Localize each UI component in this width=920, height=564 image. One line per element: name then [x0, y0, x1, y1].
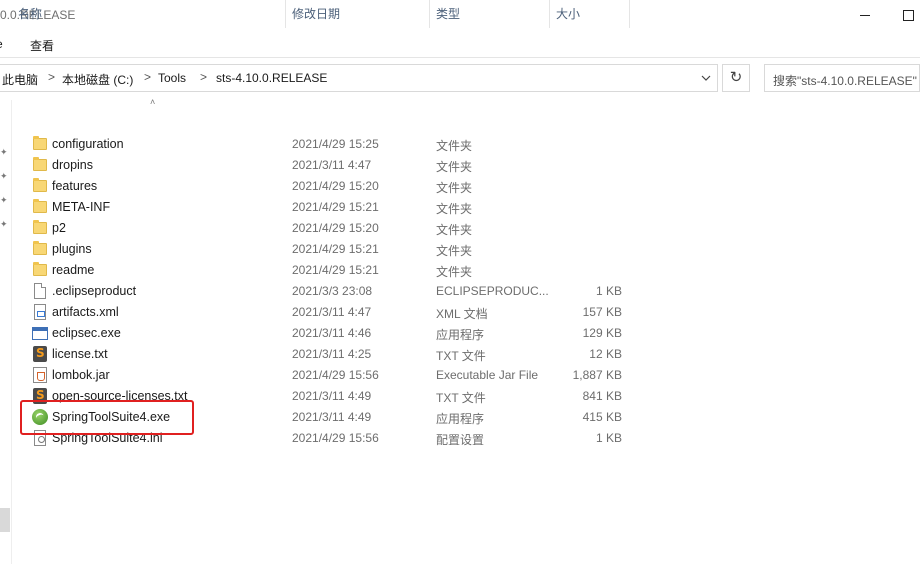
- minimize-button[interactable]: [850, 4, 880, 26]
- file-name: plugins: [52, 242, 92, 256]
- file-row-lombok-jar[interactable]: lombok.jar 2021/4/29 15:56 Executable Ja…: [0, 365, 920, 386]
- file-name: lombok.jar: [52, 368, 110, 382]
- file-type: 文件夹: [436, 181, 473, 195]
- file-date: 2021/3/11 4:47: [292, 158, 372, 172]
- navigation-scrollbar-thumb[interactable]: [0, 508, 10, 532]
- file-type: Executable Jar File: [436, 368, 539, 382]
- ribbon-tabs: e 查看: [0, 32, 920, 58]
- file-name: .eclipseproduct: [52, 284, 137, 298]
- file-date: 2021/3/11 4:49: [292, 389, 372, 403]
- refresh-icon: ↻: [729, 69, 743, 86]
- file-name: dropins: [52, 158, 93, 172]
- file-size: 1 KB: [595, 431, 622, 445]
- file-date: 2021/4/29 15:21: [292, 242, 379, 256]
- file-date: 2021/4/29 15:56: [292, 368, 379, 382]
- file-size: 129 KB: [582, 326, 622, 340]
- sort-ascending-icon: ˄: [150, 97, 156, 107]
- file-date: 2021/4/29 15:25: [292, 137, 379, 151]
- file-date: 2021/3/11 4:25: [292, 347, 372, 361]
- file-date: 2021/4/29 15:21: [292, 200, 379, 214]
- file-type: 文件夹: [436, 160, 473, 174]
- file-name: features: [52, 179, 98, 193]
- file-type: 应用程序: [436, 412, 485, 426]
- file-date: 2021/4/29 15:20: [292, 221, 379, 235]
- maximize-button[interactable]: [893, 4, 920, 26]
- file-type: TXT 文件: [436, 391, 486, 405]
- sublime-text-icon: [32, 346, 48, 362]
- java-jar-icon: [32, 367, 48, 383]
- file-date: 2021/3/11 4:46: [292, 326, 372, 340]
- file-row-dropins[interactable]: dropins 2021/3/11 4:47 文件夹: [0, 155, 920, 176]
- folder-icon: [32, 178, 48, 194]
- file-date: 2021/3/11 4:47: [292, 305, 372, 319]
- file-name: readme: [52, 263, 95, 277]
- breadcrumb-local-disk[interactable]: 本地磁盘 (C:): [62, 71, 133, 88]
- file-name: eclipsec.exe: [52, 326, 121, 340]
- file-date: 2021/3/3 23:08: [292, 284, 373, 298]
- file-name: META-INF: [52, 200, 111, 214]
- file-type: 文件夹: [436, 244, 473, 258]
- file-date: 2021/3/11 4:49: [292, 410, 372, 424]
- file-type: 文件夹: [436, 265, 473, 279]
- folder-icon: [32, 199, 48, 215]
- address-bar[interactable]: 此电脑 > 本地磁盘 (C:) > Tools > sts-4.10.0.REL…: [0, 64, 718, 92]
- file-name: license.txt: [52, 347, 108, 361]
- column-header-name[interactable]: 名称: [12, 0, 286, 28]
- file-type: ECLIPSEPRODUC...: [436, 284, 549, 298]
- file-type: 配置设置: [436, 433, 485, 447]
- search-placeholder: 搜索"sts-4.10.0.RELEASE": [773, 74, 917, 88]
- breadcrumb-separator-icon[interactable]: >: [200, 70, 207, 84]
- file-row-license-txt[interactable]: license.txt 2021/3/11 4:25 TXT 文件 12 KB: [0, 344, 920, 365]
- file-size: 841 KB: [582, 389, 622, 403]
- file-type: XML 文档: [436, 307, 488, 321]
- folder-icon: [32, 157, 48, 173]
- refresh-button[interactable]: ↻: [722, 64, 750, 92]
- file-size: 1,887 KB: [572, 368, 622, 382]
- document-icon: [32, 283, 48, 299]
- tab-view[interactable]: 查看: [30, 37, 54, 54]
- file-row-eclipsec-exe[interactable]: eclipsec.exe 2021/3/11 4:46 应用程序 129 KB: [0, 323, 920, 344]
- breadcrumb-tools[interactable]: Tools: [158, 71, 186, 85]
- file-date: 2021/4/29 15:20: [292, 179, 379, 193]
- file-row-plugins[interactable]: plugins 2021/4/29 15:21 文件夹: [0, 239, 920, 260]
- breadcrumb-separator-icon[interactable]: >: [144, 70, 151, 84]
- file-size: 415 KB: [582, 410, 622, 424]
- file-type: 文件夹: [436, 139, 473, 153]
- file-date: 2021/4/29 15:21: [292, 263, 379, 277]
- breadcrumb-sts-folder[interactable]: sts-4.10.0.RELEASE: [216, 71, 327, 85]
- file-row-readme[interactable]: readme 2021/4/29 15:21 文件夹: [0, 260, 920, 281]
- file-name: p2: [52, 221, 66, 235]
- file-row-configuration[interactable]: configuration 2021/4/29 15:25 文件夹: [0, 134, 920, 155]
- column-header-date[interactable]: 修改日期: [286, 0, 430, 28]
- file-name: configuration: [52, 137, 124, 151]
- file-size: 1 KB: [595, 284, 622, 298]
- file-row-features[interactable]: features 2021/4/29 15:20 文件夹: [0, 176, 920, 197]
- file-name: artifacts.xml: [52, 305, 119, 319]
- file-date: 2021/4/29 15:56: [292, 431, 379, 445]
- breadcrumb-separator-icon[interactable]: >: [48, 70, 55, 84]
- file-row-p2[interactable]: p2 2021/4/29 15:20 文件夹: [0, 218, 920, 239]
- file-type: 应用程序: [436, 328, 485, 342]
- file-size: 157 KB: [582, 305, 622, 319]
- file-type: TXT 文件: [436, 349, 486, 363]
- file-type: 文件夹: [436, 202, 473, 216]
- application-icon: [32, 325, 48, 341]
- folder-icon: [32, 220, 48, 236]
- tab-share[interactable]: e: [0, 37, 3, 51]
- column-header-type[interactable]: 类型: [430, 0, 550, 28]
- highlight-box: [20, 400, 194, 435]
- file-type: 文件夹: [436, 223, 473, 237]
- folder-icon: [32, 241, 48, 257]
- file-row-eclipseproduct[interactable]: .eclipseproduct 2021/3/3 23:08 ECLIPSEPR…: [0, 281, 920, 302]
- folder-icon: [32, 136, 48, 152]
- xml-file-icon: [32, 304, 48, 320]
- file-row-artifacts-xml[interactable]: artifacts.xml 2021/3/11 4:47 XML 文档 157 …: [0, 302, 920, 323]
- folder-icon: [32, 262, 48, 278]
- file-row-meta-inf[interactable]: META-INF 2021/4/29 15:21 文件夹: [0, 197, 920, 218]
- breadcrumb-this-pc[interactable]: 此电脑: [2, 71, 38, 88]
- chevron-down-icon[interactable]: [701, 73, 711, 83]
- file-size: 12 KB: [589, 347, 622, 361]
- column-header-size[interactable]: 大小: [550, 0, 630, 28]
- search-input[interactable]: 搜索"sts-4.10.0.RELEASE": [764, 64, 920, 92]
